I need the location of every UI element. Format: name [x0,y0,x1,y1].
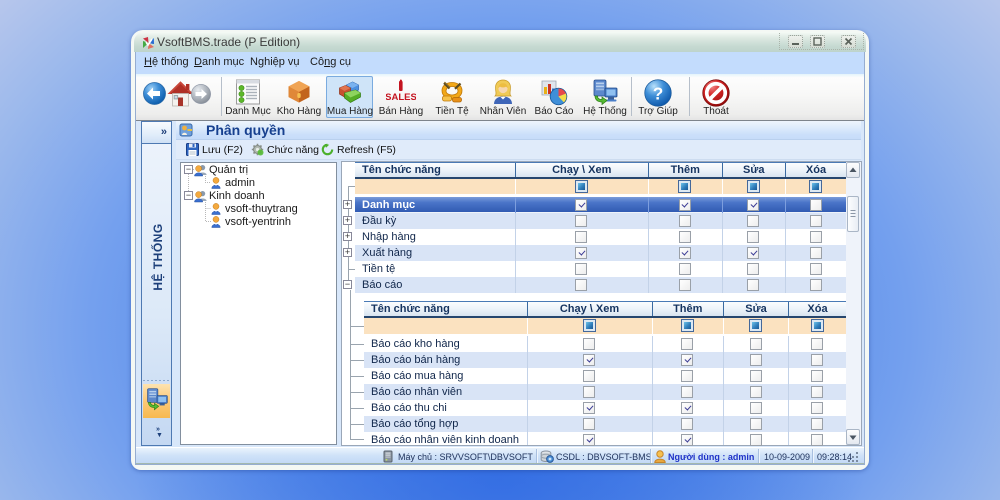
svg-text:SALES: SALES [386,92,416,103]
svg-text:?: ? [653,83,664,103]
